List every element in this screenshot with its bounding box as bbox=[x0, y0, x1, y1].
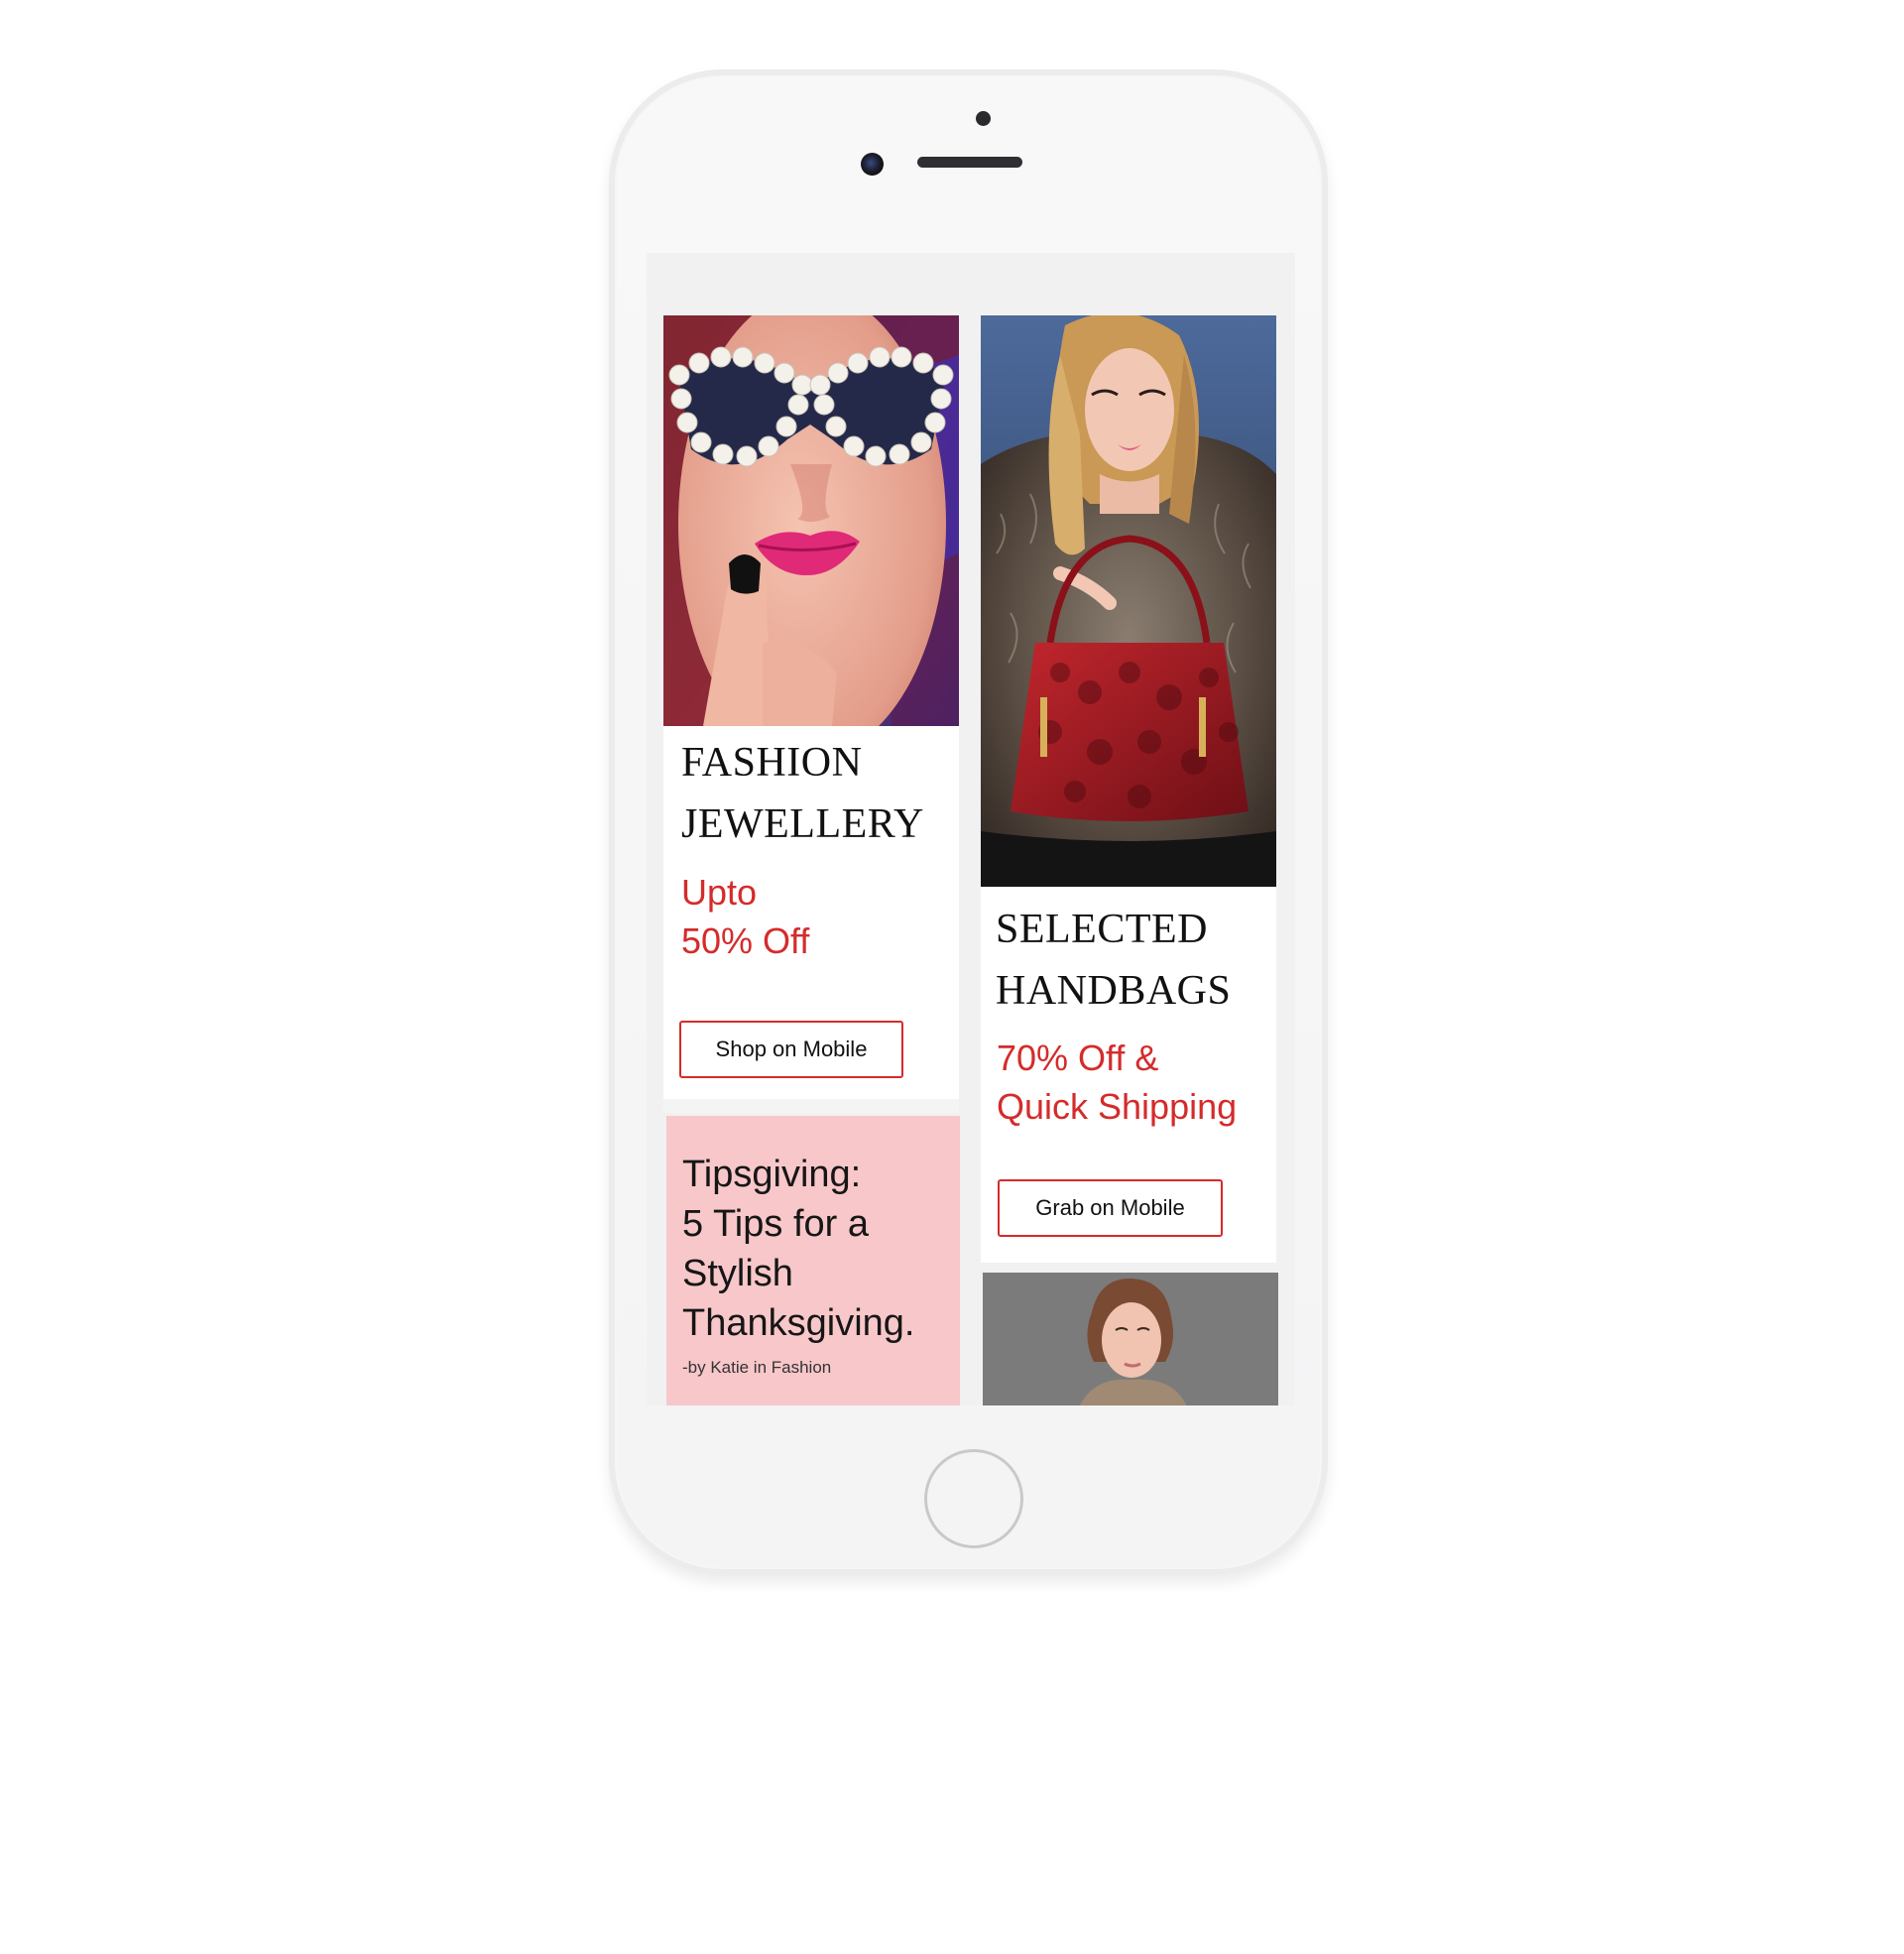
jewellery-offer: Upto 50% Off bbox=[681, 872, 810, 961]
proximity-sensor-icon bbox=[976, 111, 991, 126]
front-camera-icon bbox=[861, 153, 884, 176]
phone-screen: FASHION JEWELLERY Upto 50% Off Shop on M… bbox=[647, 253, 1295, 1405]
jewellery-card[interactable]: FASHION JEWELLERY Upto 50% Off Shop on M… bbox=[663, 315, 959, 1113]
handbags-offer: 70% Off & Quick Shipping bbox=[997, 1038, 1238, 1127]
shop-on-mobile-button[interactable]: Shop on Mobile bbox=[679, 1021, 903, 1078]
jewellery-product-image[interactable] bbox=[663, 315, 959, 726]
tipsgiving-byline: -by Katie in Fashion bbox=[682, 1358, 832, 1377]
grab-on-mobile-button[interactable]: Grab on Mobile bbox=[998, 1179, 1223, 1237]
tipsgiving-title: Tipsgiving: 5 Tips for a Stylish Thanksg… bbox=[682, 1154, 915, 1344]
handbags-card-body: SELECTED HANDBAGS 70% Off & Quick Shippi… bbox=[981, 887, 1276, 1263]
home-button[interactable] bbox=[924, 1449, 1023, 1548]
tipsgiving-article-card[interactable]: Tipsgiving: 5 Tips for a Stylish Thanksg… bbox=[666, 1116, 960, 1405]
earpiece-icon bbox=[917, 157, 1022, 168]
pearl-sunglasses-model-image bbox=[663, 315, 959, 726]
handbags-product-image[interactable] bbox=[981, 315, 1276, 887]
fur-coat-handbag-model-image bbox=[981, 315, 1276, 887]
handbags-title: SELECTED HANDBAGS bbox=[996, 907, 1232, 1014]
model-product-card[interactable] bbox=[983, 1273, 1278, 1405]
model-portrait-image bbox=[983, 1273, 1278, 1405]
handbags-card[interactable]: SELECTED HANDBAGS 70% Off & Quick Shippi… bbox=[981, 315, 1276, 1263]
jewellery-title: FASHION JEWELLERY bbox=[681, 740, 924, 847]
jewellery-card-body: FASHION JEWELLERY Upto 50% Off Shop on M… bbox=[663, 726, 959, 1099]
